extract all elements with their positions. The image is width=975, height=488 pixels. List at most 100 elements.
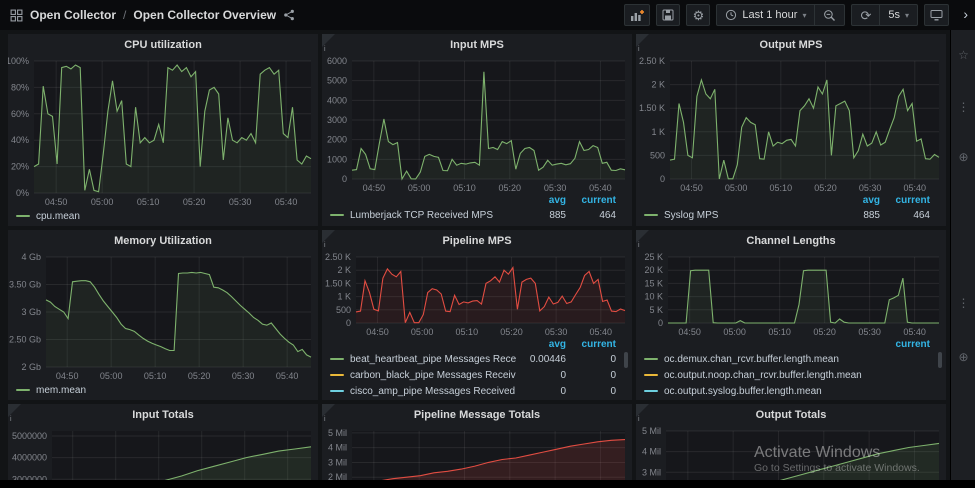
panel-title[interactable]: Output MPS [636,34,946,56]
legend-value: 0 [566,386,616,397]
legend-series-label[interactable]: cisco_amp_pipe Messages Received [350,386,516,397]
svg-text:0: 0 [342,174,347,184]
svg-text:4 Mil: 4 Mil [642,447,661,457]
star-icon[interactable]: ☆ [951,48,975,62]
kiosk-mode-button[interactable] [924,4,949,26]
legend-header-avg[interactable]: avg [516,194,566,207]
legend-value: 0 [516,370,566,381]
svg-text:40%: 40% [11,135,29,145]
panel-info-icon[interactable]: i [322,404,335,417]
breadcrumb-dashboard[interactable]: Open Collector [30,8,116,22]
panel-output-mps: Output MPS 05001 K1.50 K2 K2.50 K04:5005… [636,34,946,226]
refresh-group: ⟳ 5s ▾ [851,4,918,26]
refresh-button[interactable]: ⟳ [852,5,879,25]
legend-value: 0 [516,386,566,397]
legend-series-label[interactable]: Syslog MPS [664,210,830,221]
panel-info-icon[interactable]: i [322,34,335,47]
svg-text:2 K: 2 K [337,265,351,275]
legend-series-label[interactable]: carbon_black_pipe Messages Received [350,370,516,381]
svg-text:4 Gb: 4 Gb [21,252,41,262]
svg-text:05:10: 05:10 [768,327,791,337]
time-range-label: Last 1 hour [742,9,797,21]
panel-info-icon[interactable]: i [8,404,21,417]
dashboard-grid-icon [10,9,23,22]
legend-value: 0 [566,354,616,365]
svg-text:20%: 20% [11,162,29,172]
share-icon[interactable] [283,9,295,21]
panel-input-totals: Input Totals 30000004000000500000004:500… [8,404,318,488]
legend-item: mem.mean [16,382,302,398]
panel-info-icon[interactable]: i [636,230,649,243]
chart-memory-utilization: 2 Gb2.50 Gb3 Gb3.50 Gb4 Gb04:5005:0005:1… [8,252,318,382]
panel-title[interactable]: Output Totals [636,404,946,426]
panel-info-icon[interactable]: i [636,404,649,417]
refresh-interval-label: 5s [888,9,900,21]
panel-title[interactable]: Input Totals [8,404,318,426]
legend-header-current[interactable]: current [566,338,616,351]
time-range-group: Last 1 hour ▾ [716,4,845,26]
svg-text:500: 500 [650,150,665,160]
legend-series-label[interactable]: oc.demux.chan_rcvr.buffer.length.mean [664,354,880,365]
refresh-interval-dropdown[interactable]: 5s ▾ [879,5,917,25]
svg-text:05:00: 05:00 [723,327,746,337]
kebab-menu-icon[interactable]: ⋮ [951,100,975,114]
legend-series-label[interactable]: beat_heartbeat_pipe Messages Received [350,354,516,365]
legend-scrollbar[interactable] [938,352,942,368]
info-icon: i [638,242,640,249]
panel-title[interactable]: Pipeline MPS [322,230,632,252]
time-range-picker[interactable]: Last 1 hour ▾ [717,5,814,25]
legend-header-current[interactable]: current [880,338,930,351]
series-color-dash-icon [330,358,344,360]
alert-icon[interactable]: ⊕ [951,350,975,364]
svg-text:2 Gb: 2 Gb [21,362,41,372]
legend-series-label[interactable]: oc.output.noop.chan_rcvr.buffer.length.m… [664,370,880,381]
panel-title[interactable]: Memory Utilization [8,230,318,252]
legend-series-label[interactable]: Lumberjack TCP Received MPS [350,210,516,221]
svg-text:05:20: 05:20 [813,327,836,337]
panel-title[interactable]: CPU utilization [8,34,318,56]
add-panel-button[interactable] [624,4,650,26]
svg-text:05:30: 05:30 [859,183,882,193]
svg-text:4000: 4000 [327,95,347,105]
panel-info-icon[interactable]: i [322,230,335,243]
legend-value: 464 [566,210,616,221]
chevron-right-icon[interactable]: › [963,6,968,22]
svg-text:05:00: 05:00 [408,183,431,193]
legend-header-avg[interactable]: avg [830,194,880,207]
svg-text:1 K: 1 K [337,292,351,302]
legend-item: oc.demux.chan_rcvr.buffer.length.mean [644,351,930,367]
dashboard-settings-button[interactable]: ⚙ [686,4,710,26]
panel-info-icon[interactable]: i [636,34,649,47]
svg-text:5000: 5000 [327,76,347,86]
kebab-menu-icon[interactable]: ⋮ [951,296,975,310]
svg-text:05:10: 05:10 [770,183,793,193]
svg-text:0: 0 [658,318,663,328]
svg-text:3 Mil: 3 Mil [328,457,347,467]
panel-title[interactable]: Channel Lengths [636,230,946,252]
panel-cpu-utilization: CPU utilization 0%20%40%60%80%100%04:500… [8,34,318,226]
legend-series-label[interactable]: mem.mean [36,385,302,396]
svg-text:05:40: 05:40 [276,371,299,381]
series-color-dash-icon [16,215,30,217]
chart-output-totals: 3 Mil4 Mil5 Mil04:5005:0005:1005:2005:30… [636,426,946,488]
svg-text:3.50 Gb: 3.50 Gb [9,280,41,290]
panel-title[interactable]: Input MPS [322,34,632,56]
chart-output-mps: 05001 K1.50 K2 K2.50 K04:5005:0005:1005:… [636,56,946,194]
panel-pipeline-message-totals: Pipeline Message Totals 2 Mil3 Mil4 Mil5… [322,404,632,488]
legend-series-label[interactable]: cpu.mean [36,211,302,222]
panel-title[interactable]: Pipeline Message Totals [322,404,632,426]
save-dashboard-button[interactable] [656,4,680,26]
breadcrumb-page[interactable]: Open Collector Overview [133,8,276,22]
legend-header-current[interactable]: current [566,194,616,207]
svg-text:05:30: 05:30 [858,327,881,337]
svg-text:5 K: 5 K [649,305,663,315]
chevron-down-icon: ▾ [802,11,806,20]
legend-scrollbar[interactable] [624,352,628,368]
legend-header-current[interactable]: current [880,194,930,207]
legend-header-avg[interactable]: avg [516,338,566,351]
svg-text:05:00: 05:00 [411,327,434,337]
legend-series-label[interactable]: oc.output.syslog.buffer.length.mean [664,386,880,397]
alert-icon[interactable]: ⊕ [951,150,975,164]
series-color-dash-icon [330,390,344,392]
zoom-out-button[interactable] [814,5,844,25]
